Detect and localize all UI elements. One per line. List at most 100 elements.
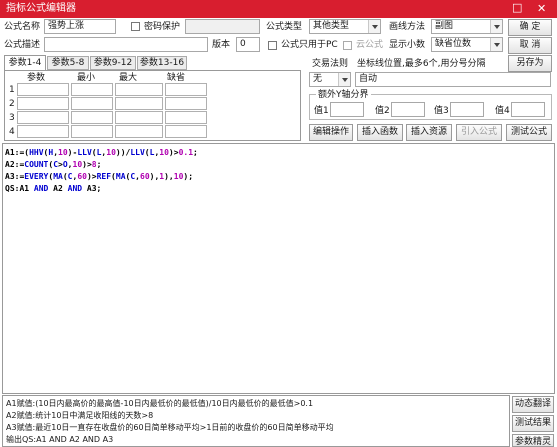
param-default-cell[interactable] (165, 83, 207, 96)
draw-method-label: 画线方法 (389, 22, 426, 32)
tab-params-9-12[interactable]: 参数9-12 (90, 56, 136, 70)
chevron-down-icon (490, 38, 502, 51)
trade-rule-select[interactable]: 无 (309, 72, 351, 87)
y-value-1-input[interactable] (330, 102, 364, 117)
decimals-value: 缺省位数 (435, 39, 472, 49)
extra-y-axis-label: 额外Y轴分界 (316, 88, 371, 102)
title-bar: 指标公式编辑器 □ ✕ (0, 0, 557, 18)
code-line: A1:=(HHV(H,10)-LLV(L,10))/LLV(L,10)>0.1; (5, 147, 554, 159)
pc-only-checkbox[interactable] (268, 41, 277, 50)
code-token: 60 (140, 172, 150, 181)
y-value-label: 值4 (495, 106, 510, 116)
param-max-cell[interactable] (115, 111, 163, 124)
code-token: HHV (29, 148, 44, 157)
test-result-button[interactable]: 测试结果 (512, 415, 554, 432)
param-max-cell[interactable] (115, 125, 163, 138)
chevron-down-icon (368, 20, 380, 33)
code-token: A1:=( (5, 148, 30, 157)
cancel-button[interactable]: 取 消 (508, 37, 552, 54)
param-name-cell[interactable] (17, 125, 69, 138)
y-value-3-input[interactable] (450, 102, 484, 117)
param-min-cell[interactable] (71, 97, 113, 110)
draw-method-select[interactable]: 副图 (431, 19, 503, 34)
code-token: MA (53, 172, 63, 181)
code-token: ), (149, 172, 160, 181)
cloud-formula-checkbox[interactable] (343, 41, 352, 50)
code-token: 10 (173, 172, 184, 181)
tab-label: 参数1-4 (8, 58, 42, 68)
code-token: ); (183, 172, 194, 181)
code-token: 10 (58, 148, 68, 157)
chevron-down-icon (490, 20, 502, 33)
translation-line: A1赋值:(10日内最高价的最高值-10日内最低价的最低值)/10日内最低价的最… (6, 399, 314, 408)
translation-line: A2赋值:统计10日中满足收阳线的天数>8 (6, 411, 154, 420)
param-row-number: 1 (9, 85, 15, 95)
code-token: QS:A1 (5, 184, 34, 193)
code-token: A2:= (5, 160, 25, 169)
formula-type-select[interactable]: 其他类型 (309, 19, 381, 34)
formula-name-label: 公式名称 (4, 22, 41, 32)
code-token: )> (168, 148, 179, 157)
close-icon[interactable]: ✕ (537, 2, 546, 16)
tab-params-1-4[interactable]: 参数1-4 (4, 55, 46, 70)
code-lines: A1:=(HHV(H,10)-LLV(L,10))/LLV(L,10)>0.1;… (5, 147, 554, 195)
edit-operation-button[interactable]: 编辑操作 (309, 124, 353, 141)
code-token: 0.1 (178, 148, 194, 157)
translation-line: A3赋值:最近10日一直存在收盘价的60日简单移动平均>1日前的收盘价的60日简… (6, 423, 334, 432)
param-max-cell[interactable] (115, 97, 163, 110)
trade-rule-label: 交易法则 (312, 59, 349, 69)
param-min-cell[interactable] (71, 83, 113, 96)
param-name-cell[interactable] (17, 97, 69, 110)
formula-name-input[interactable]: 强势上涨 (44, 19, 116, 34)
draw-method-value: 副图 (435, 21, 454, 31)
param-default-cell[interactable] (165, 125, 207, 138)
y-value-4-input[interactable] (511, 102, 545, 117)
translation-panel: A1赋值:(10日内最高价的最高值-10日内最低价的最低值)/10日内最低价的最… (2, 395, 510, 447)
insert-resource-button[interactable]: 插入资源 (406, 124, 452, 141)
minimize-icon[interactable]: □ (512, 1, 522, 15)
decimals-select[interactable]: 缺省位数 (431, 37, 503, 52)
insert-function-button[interactable]: 插入函数 (357, 124, 403, 141)
password-checkbox[interactable] (131, 22, 140, 31)
version-input[interactable]: 0 (236, 37, 260, 52)
param-default-cell[interactable] (165, 97, 207, 110)
code-token: ), (164, 172, 174, 181)
code-editor[interactable]: A1:=(HHV(H,10)-LLV(L,10))/LLV(L,10)>0.1;… (2, 143, 555, 394)
code-token: ; (193, 148, 198, 157)
save-as-button[interactable]: 另存为 (508, 55, 552, 72)
tab-label: 参数5-8 (51, 58, 85, 68)
y-value-label: 值3 (434, 106, 449, 116)
param-table: 参数 最小 最大 缺省 1 2 3 4 (4, 70, 301, 141)
param-max-cell[interactable] (115, 83, 163, 96)
code-token: LLV (130, 148, 145, 157)
param-wizard-button[interactable]: 参数精灵 (512, 434, 554, 447)
code-token: 10 (106, 148, 116, 157)
formula-type-value: 其他类型 (313, 21, 350, 31)
formula-type-label: 公式类型 (266, 22, 303, 32)
param-name-cell[interactable] (17, 111, 69, 124)
param-row-number: 2 (9, 99, 15, 109)
test-formula-button[interactable]: 测试公式 (506, 124, 552, 141)
dynamic-translate-button[interactable]: 动态翻译 (512, 396, 554, 413)
tab-label: 参数9-12 (93, 58, 133, 68)
param-default-cell[interactable] (165, 111, 207, 124)
param-name-cell[interactable] (17, 83, 69, 96)
code-token: A3; (82, 184, 102, 193)
pc-only-label: 公式只用于PC (281, 40, 338, 50)
y-value-2-input[interactable] (391, 102, 425, 117)
param-min-cell[interactable] (71, 111, 113, 124)
code-token: LLV (77, 148, 92, 157)
import-formula-button[interactable]: 引入公式 (456, 124, 502, 141)
password-label: 密码保护 (144, 22, 181, 32)
formula-desc-input[interactable] (44, 37, 208, 52)
tab-params-13-16[interactable]: 参数13-16 (137, 56, 187, 70)
y-value-label: 值2 (375, 106, 390, 116)
coord-lines-input[interactable]: 自动 (355, 72, 551, 87)
ok-button[interactable]: 确 定 (508, 19, 552, 36)
version-label: 版本 (212, 40, 231, 50)
cloud-formula-label: 云公式 (356, 40, 384, 50)
password-input[interactable] (185, 19, 260, 34)
code-token: A2 (48, 184, 68, 193)
tab-params-5-8[interactable]: 参数5-8 (47, 56, 89, 70)
param-min-cell[interactable] (71, 125, 113, 138)
